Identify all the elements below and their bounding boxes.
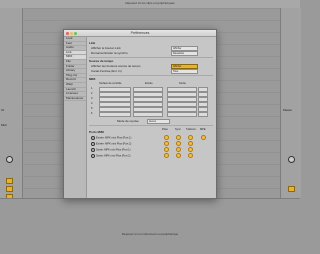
tab-maintenance[interactable]: Maintenance	[64, 96, 86, 102]
sync-col-header: Sync	[175, 128, 181, 131]
master-button[interactable]	[288, 186, 295, 192]
control-surface-select[interactable]	[99, 92, 131, 97]
midi-output-select[interactable]	[167, 112, 197, 117]
control-surface-select[interactable]	[99, 107, 131, 112]
midi-port-name: Entrée: MPK mini Plus (Port 2)	[96, 142, 132, 146]
midi-port-row[interactable]: Entrée: MPK mini Plus (Port 1)	[91, 136, 131, 140]
midi-input-select[interactable]	[133, 112, 163, 117]
remote-toggle-button[interactable]	[188, 147, 193, 152]
midi-row-number: 6	[91, 112, 93, 115]
preferences-window: Préférences Look Feel Audio Link MIDI Fi…	[63, 29, 217, 199]
expand-icon[interactable]	[91, 148, 95, 152]
tempo-follow-label: Afficher les boutons source de tempo	[91, 64, 141, 68]
midi-port-row[interactable]: Entrée: MPK mini Plus (Port 2)	[91, 142, 131, 146]
left-midi-label: Midi	[1, 123, 7, 127]
midi-row-number: 1	[91, 87, 93, 90]
control-surface-select[interactable]	[99, 112, 131, 117]
input-header: Entrée	[145, 82, 153, 85]
right-track-panel[interactable]: Master	[280, 8, 301, 198]
track-toggle-button[interactable]	[164, 153, 169, 158]
divider	[89, 75, 213, 76]
midi-port-name: Sortie: MPK mini Plus (Port 2)	[96, 154, 131, 158]
mpe-col-header: MPE	[200, 128, 206, 131]
control-surface-select[interactable]	[99, 87, 131, 92]
midi-row-number: 4	[91, 102, 93, 105]
midi-dump-button[interactable]	[198, 107, 208, 112]
midi-dump-button[interactable]	[198, 97, 208, 102]
remote-toggle-button[interactable]	[188, 141, 193, 146]
expand-icon[interactable]	[91, 142, 95, 146]
control-surface-select[interactable]	[99, 102, 131, 107]
midi-port-row[interactable]: Sortie: MPK mini Plus (Port 2)	[91, 154, 130, 158]
master-knob[interactable]	[288, 156, 295, 163]
control-surface-select[interactable]	[99, 97, 131, 102]
midi-dump-button[interactable]	[198, 87, 208, 92]
top-drop-hint: Déposez ici les clips et périphériques	[125, 1, 175, 5]
remote-toggle-button[interactable]	[188, 135, 193, 140]
sync-toggle-button[interactable]	[176, 153, 181, 158]
ext-in-label: Canal d'entrée (Ext. In)	[91, 69, 122, 73]
remote-toggle-button[interactable]	[188, 153, 193, 158]
show-link-label: Afficher le bouton Link	[91, 46, 121, 50]
midi-port-row[interactable]: Sortie: MPK mini Plus (Port 1)	[91, 148, 130, 152]
midi-ports-heading: Ports MIDI	[89, 130, 104, 134]
control-surface-header: Surface de contrôle	[99, 82, 122, 85]
track-activator-button[interactable]	[6, 178, 13, 184]
takeover-mode-label: Mode de reprise	[117, 119, 139, 123]
midi-input-select[interactable]	[133, 107, 163, 112]
track-toggle-button[interactable]	[164, 141, 169, 146]
divider	[89, 57, 213, 58]
sync-toggle-button[interactable]	[176, 141, 181, 146]
divider	[89, 125, 213, 126]
device-drop-hint: Déposez ici un instrument ou périphériqu…	[121, 232, 179, 236]
midi-row-number: 2	[91, 92, 93, 95]
midi-output-select[interactable]	[167, 92, 197, 97]
sync-toggle-button[interactable]	[176, 135, 181, 140]
window-title: Préférences	[130, 31, 150, 35]
solo-button[interactable]	[6, 186, 13, 192]
midi-output-select[interactable]	[167, 102, 197, 107]
midi-row-number: 3	[91, 97, 93, 100]
midi-output-select[interactable]	[167, 87, 197, 92]
midi-port-name: Sortie: MPK mini Plus (Port 1)	[96, 148, 131, 152]
prefs-content: Link Afficher le bouton Link Afficher Dé…	[87, 37, 216, 198]
midi-port-name: Entrée: MPK mini Plus (Port 1)	[96, 136, 132, 140]
left-io-label: IO	[1, 108, 5, 112]
prefs-sidebar: Look Feel Audio Link MIDI File Folder Li…	[64, 36, 87, 198]
midi-dump-button[interactable]	[198, 112, 208, 117]
track-toggle-button[interactable]	[164, 135, 169, 140]
expand-icon[interactable]	[91, 136, 95, 140]
expand-icon[interactable]	[91, 154, 95, 158]
track-toggle-button[interactable]	[164, 147, 169, 152]
midi-row-number: 5	[91, 107, 93, 110]
midi-dump-button[interactable]	[198, 102, 208, 107]
midi-input-select[interactable]	[133, 92, 163, 97]
ext-in-select[interactable]: Tous	[171, 69, 198, 74]
right-master-label: Master	[283, 108, 293, 112]
midi-input-select[interactable]	[133, 97, 163, 102]
midi-input-select[interactable]	[133, 87, 163, 92]
start-stop-sync-select[interactable]: Désactivé	[171, 51, 198, 56]
takeover-mode-select[interactable]: Aucun	[147, 119, 170, 124]
window-titlebar[interactable]: Préférences	[64, 30, 216, 37]
remote-col-header: Télécom.	[186, 128, 197, 131]
track-col-header: Piste	[162, 128, 168, 131]
midi-output-select[interactable]	[167, 107, 197, 112]
left-track-panel[interactable]: IO Midi	[0, 8, 23, 200]
device-drop-area[interactable]	[0, 198, 300, 254]
pan-knob[interactable]	[6, 156, 13, 163]
start-stop-sync-label: Démarrer/arrêter la synchro	[91, 51, 128, 55]
midi-input-select[interactable]	[133, 102, 163, 107]
midi-dump-button[interactable]	[198, 92, 208, 97]
mpe-toggle-button[interactable]	[201, 135, 206, 140]
output-header: Sortie	[179, 82, 186, 85]
sync-toggle-button[interactable]	[176, 147, 181, 152]
link-heading: Link	[89, 41, 96, 45]
tempo-heading: Source de tempo	[89, 59, 114, 63]
midi-output-select[interactable]	[167, 97, 197, 102]
midi-heading: MIDI	[89, 77, 96, 81]
